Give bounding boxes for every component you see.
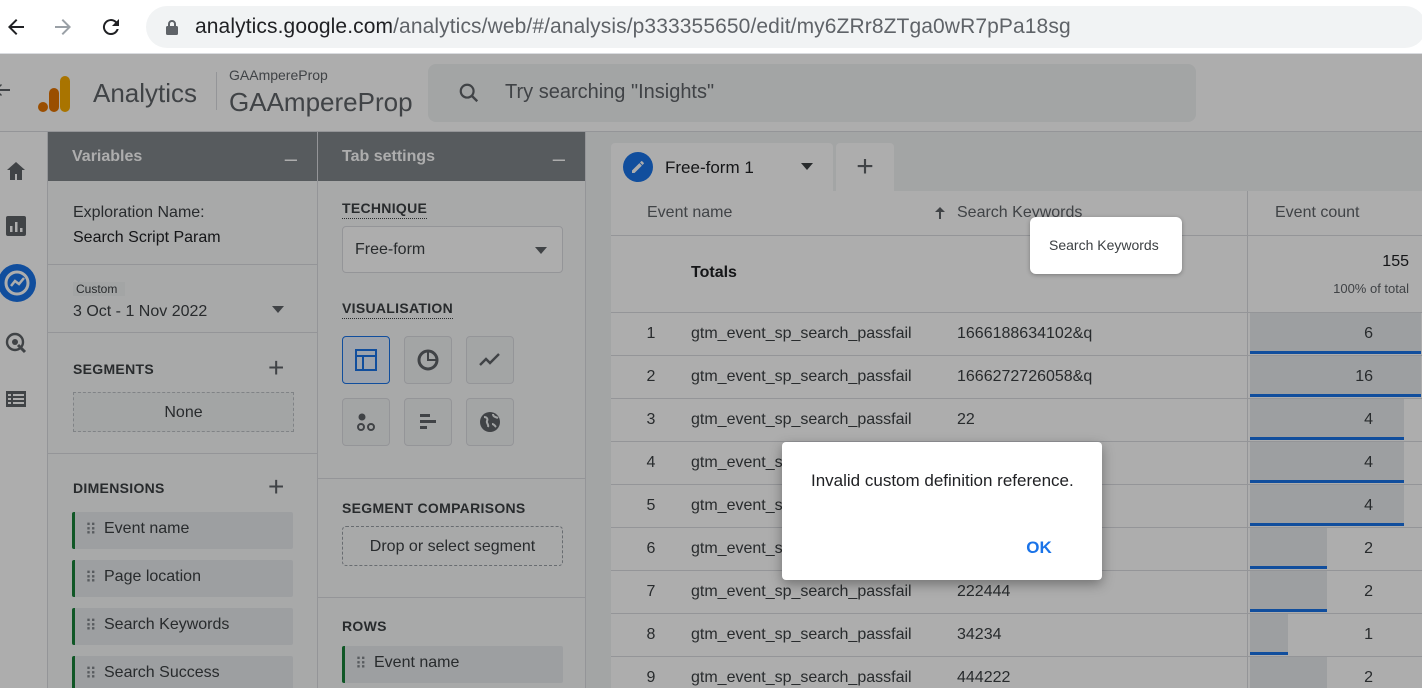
ok-button[interactable]: OK — [1014, 538, 1064, 562]
address-bar[interactable]: analytics.google.com/analytics/web/#/ana… — [146, 6, 1422, 48]
url-text: analytics.google.com/analytics/web/#/ana… — [195, 15, 1071, 39]
back-arrow-icon — [8, 19, 24, 35]
forward-arrow-icon — [55, 19, 71, 35]
url-path: /analytics/web/#/analysis/p333355650/edi… — [393, 15, 1071, 38]
reload-button[interactable] — [95, 11, 127, 43]
column-tooltip: Search Keywords — [1030, 217, 1182, 274]
modal-overlay[interactable] — [0, 54, 1422, 688]
back-button[interactable] — [0, 11, 32, 43]
reload-icon — [102, 19, 119, 36]
url-host: analytics.google.com — [195, 15, 394, 38]
lock-icon — [166, 20, 178, 35]
error-dialog: Invalid custom definition reference. OK — [782, 442, 1102, 580]
forward-button[interactable] — [47, 11, 79, 43]
dialog-message: Invalid custom definition reference. — [811, 471, 1074, 490]
browser-toolbar: analytics.google.com/analytics/web/#/ana… — [0, 0, 1422, 54]
